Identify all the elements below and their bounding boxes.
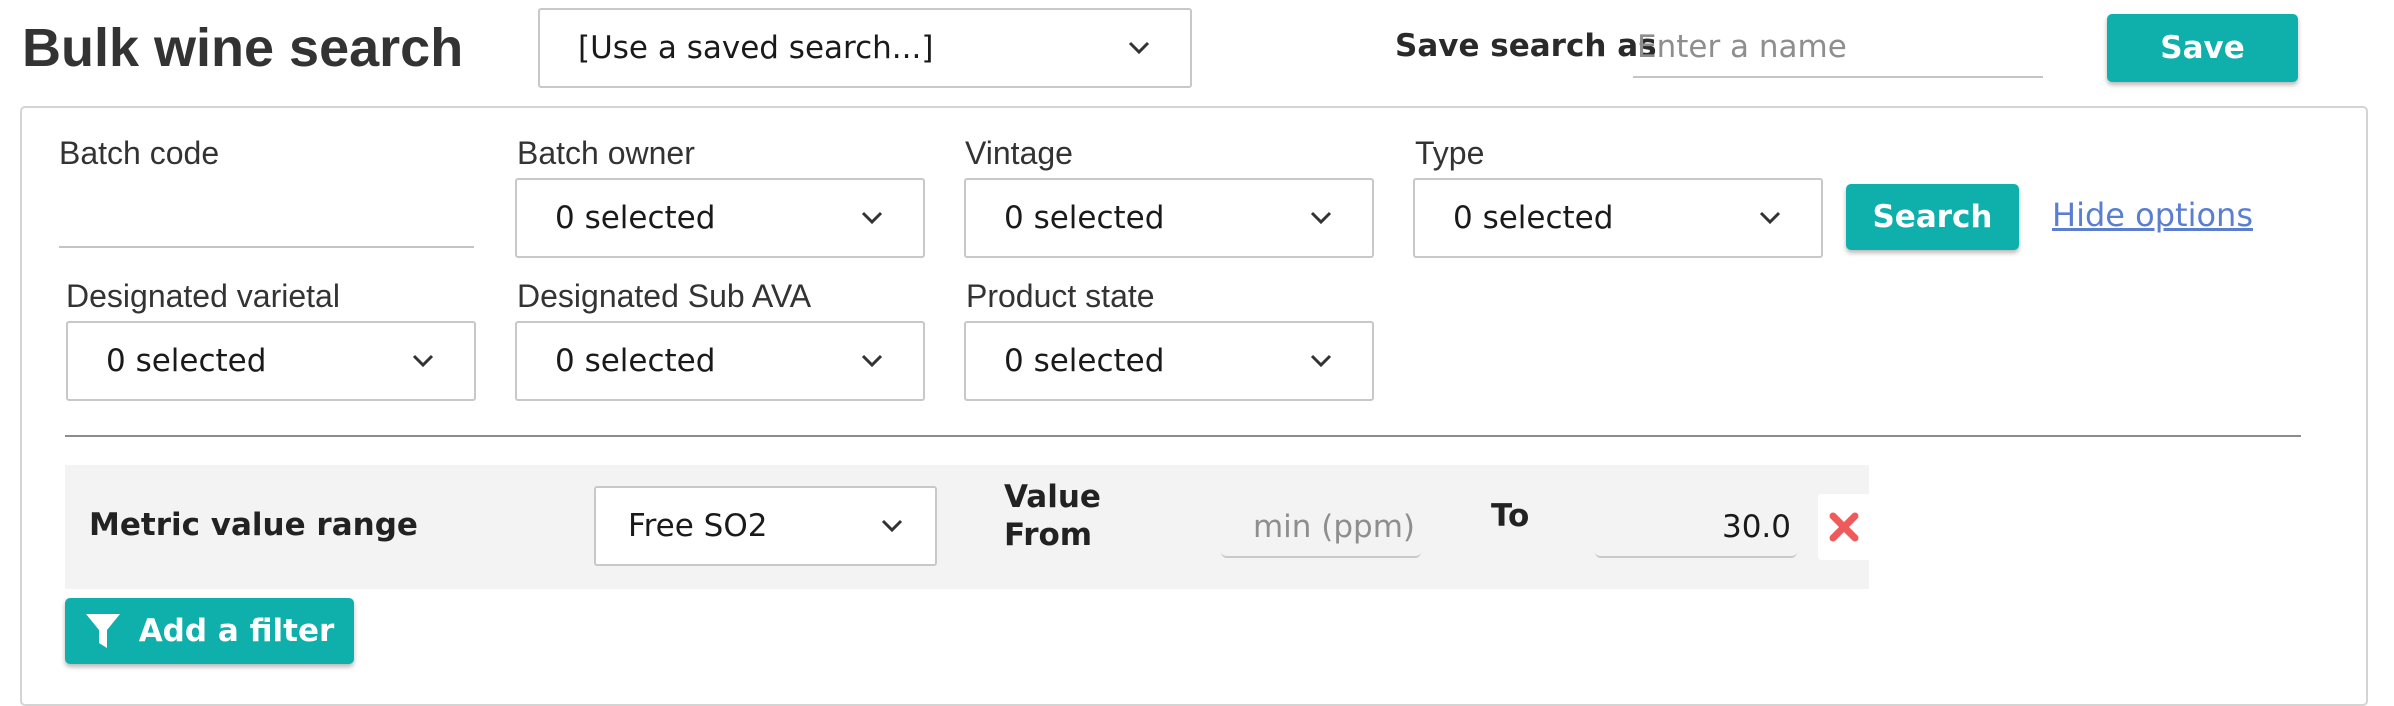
vintage-value: 0 selected (1004, 200, 1165, 236)
chevron-down-icon (869, 511, 915, 541)
vintage-select[interactable]: 0 selected (964, 178, 1374, 258)
batch-owner-value: 0 selected (555, 200, 716, 236)
chevron-down-icon (1298, 346, 1344, 376)
save-search-as-label: Save search as (1395, 28, 1657, 64)
product-state-value: 0 selected (1004, 343, 1165, 379)
min-value-input[interactable] (1221, 498, 1421, 558)
saved-search-value: [Use a saved search...] (578, 30, 934, 66)
section-divider (65, 435, 2301, 437)
hide-options-link[interactable]: Hide options (2052, 196, 2253, 234)
save-search-name-input[interactable] (1633, 18, 2043, 78)
chevron-down-icon (1298, 203, 1344, 233)
type-label: Type (1415, 135, 1485, 171)
max-value-input[interactable] (1595, 498, 1797, 558)
metric-select-value: Free SO2 (628, 508, 768, 544)
save-button[interactable]: Save (2107, 14, 2298, 82)
batch-code-input[interactable] (59, 186, 474, 248)
value-from-label: Value From (1004, 478, 1101, 554)
value-from-label-line1: Value (1004, 479, 1101, 515)
designated-sub-ava-value: 0 selected (555, 343, 716, 379)
vintage-label: Vintage (965, 135, 1073, 171)
search-button[interactable]: Search (1846, 184, 2019, 250)
product-state-select[interactable]: 0 selected (964, 321, 1374, 401)
remove-filter-button[interactable] (1818, 494, 1870, 560)
designated-varietal-value: 0 selected (106, 343, 267, 379)
chevron-down-icon (400, 346, 446, 376)
chevron-down-icon (1747, 203, 1793, 233)
add-filter-button[interactable]: Add a filter (65, 598, 354, 664)
metric-value-range-label: Metric value range (89, 507, 418, 543)
page-title: Bulk wine search (22, 18, 464, 78)
metric-select[interactable]: Free SO2 (594, 486, 937, 566)
batch-owner-select[interactable]: 0 selected (515, 178, 925, 258)
product-state-label: Product state (966, 278, 1155, 314)
to-label: To (1491, 498, 1530, 534)
value-from-label-line2: From (1004, 517, 1093, 553)
designated-varietal-label: Designated varietal (66, 278, 340, 314)
saved-search-dropdown[interactable]: [Use a saved search...] (538, 8, 1192, 88)
close-x-icon (1828, 511, 1860, 543)
designated-sub-ava-label: Designated Sub AVA (517, 278, 812, 314)
add-filter-label: Add a filter (138, 613, 335, 649)
chevron-down-icon (1116, 33, 1162, 63)
chevron-down-icon (849, 203, 895, 233)
designated-varietal-select[interactable]: 0 selected (66, 321, 476, 401)
designated-sub-ava-select[interactable]: 0 selected (515, 321, 925, 401)
type-value: 0 selected (1453, 200, 1614, 236)
funnel-icon (85, 612, 121, 650)
batch-owner-label: Batch owner (517, 135, 695, 171)
chevron-down-icon (849, 346, 895, 376)
batch-code-label: Batch code (59, 135, 220, 171)
type-select[interactable]: 0 selected (1413, 178, 1823, 258)
